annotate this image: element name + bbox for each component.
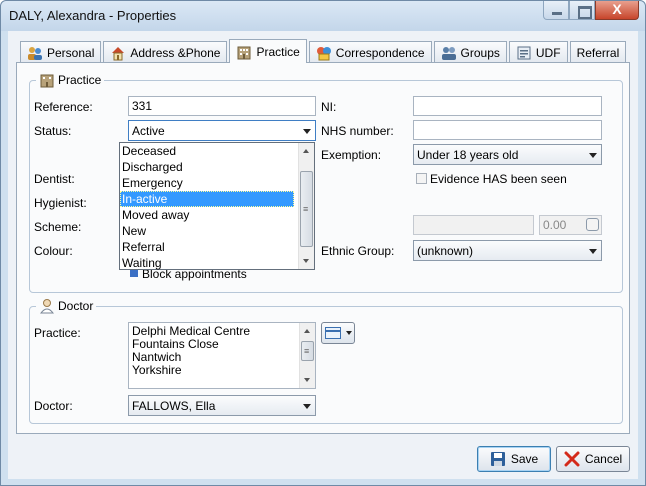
status-option[interactable]: Emergency xyxy=(120,175,294,191)
card-icon xyxy=(324,327,341,339)
exemption-label: Exemption: xyxy=(321,148,382,162)
evidence-label: Evidence HAS been seen xyxy=(430,172,567,186)
tab-label: Correspondence xyxy=(335,45,425,60)
tab-correspondence[interactable]: Correspondence xyxy=(308,41,432,63)
tab-address-phone[interactable]: Address &Phone xyxy=(103,41,228,63)
ethnic-group-label: Ethnic Group: xyxy=(321,244,395,258)
scroll-thumb[interactable] xyxy=(300,171,313,247)
status-combo[interactable]: Active xyxy=(128,120,316,141)
tab-label: Referral xyxy=(576,45,620,60)
tab-label: UDF xyxy=(535,45,561,60)
status-options: Deceased Discharged Emergency In-active Move… xyxy=(120,143,314,271)
tab-label: Personal xyxy=(47,45,95,60)
chevron-down-icon[interactable] xyxy=(303,404,311,409)
doctor-value: FALLOWS, Ella xyxy=(132,399,216,413)
reference-field[interactable]: 331 xyxy=(128,96,316,116)
scroll-down-icon[interactable] xyxy=(300,372,315,388)
tab-referral[interactable]: Referral xyxy=(569,41,627,63)
scroll-thumb[interactable] xyxy=(301,341,314,361)
doctor-combo[interactable]: FALLOWS, Ella xyxy=(128,395,316,416)
close-icon xyxy=(564,451,580,467)
evidence-checkbox[interactable] xyxy=(416,173,427,184)
form-icon xyxy=(517,46,531,59)
tab-label: Groups xyxy=(460,45,500,60)
scroll-up-icon[interactable] xyxy=(299,143,314,159)
window-controls: X xyxy=(543,1,639,20)
amount-checkbox xyxy=(586,218,599,231)
maximize-button[interactable] xyxy=(569,1,595,20)
minimize-button[interactable] xyxy=(543,1,569,20)
doctor-icon xyxy=(39,299,55,314)
cancel-button[interactable]: Cancel xyxy=(556,446,630,472)
chevron-down-icon[interactable] xyxy=(303,129,311,134)
status-option[interactable]: In-active xyxy=(120,191,294,207)
status-option[interactable]: Referral xyxy=(120,239,294,255)
scheme-detail-field xyxy=(413,215,534,235)
exemption-combo[interactable]: Under 18 years old xyxy=(413,144,602,165)
address-line: Yorkshire xyxy=(132,363,182,377)
status-option[interactable]: Moved away xyxy=(120,207,294,223)
tab-personal[interactable]: Personal xyxy=(20,41,102,63)
status-label: Status: xyxy=(34,124,72,138)
scheme-label: Scheme: xyxy=(34,220,82,234)
chevron-down-icon[interactable] xyxy=(589,249,597,254)
house-icon xyxy=(112,46,125,60)
doctor-label: Doctor: xyxy=(34,399,73,413)
dialog-client: Personal Address &Phone Practice Corresp… xyxy=(8,31,638,479)
scroll-down-icon[interactable] xyxy=(299,253,314,269)
practice-lookup-button[interactable] xyxy=(321,322,355,344)
status-dropdown-scrollbar[interactable] xyxy=(298,143,314,269)
people-icon xyxy=(28,46,42,60)
practice-address-listbox[interactable]: Delphi Medical Centre Fountains Close Na… xyxy=(128,322,316,389)
properties-window: DALY, Alexandra - Properties X Personal … xyxy=(0,0,646,486)
dentist-label: Dentist: xyxy=(34,172,75,186)
doctor-practice-label: Practice: xyxy=(34,326,81,340)
status-option[interactable]: Discharged xyxy=(120,159,294,175)
amount-value: 0.00 xyxy=(543,218,567,232)
scroll-up-icon[interactable] xyxy=(300,323,315,339)
ethnic-group-value: (unknown) xyxy=(417,244,474,258)
chevron-down-icon[interactable] xyxy=(589,153,597,158)
doctor-group-title: Doctor xyxy=(36,298,97,314)
letters-icon xyxy=(316,46,331,60)
exemption-value: Under 18 years old xyxy=(417,148,519,162)
floppy-disk-icon xyxy=(490,452,505,466)
nhs-number-label: NHS number: xyxy=(321,124,394,138)
tab-groups[interactable]: Groups xyxy=(433,41,507,63)
status-option[interactable]: Waiting xyxy=(120,255,294,271)
hygienist-label: Hygienist: xyxy=(34,196,87,210)
tab-practice[interactable]: Practice xyxy=(229,39,307,63)
tab-udf[interactable]: UDF xyxy=(508,41,568,63)
reference-label: Reference: xyxy=(34,100,93,114)
save-label: Save xyxy=(510,452,539,466)
ethnic-group-combo[interactable]: (unknown) xyxy=(413,240,602,261)
status-option[interactable]: New xyxy=(120,223,294,239)
nhs-number-field[interactable] xyxy=(413,120,602,140)
cancel-label: Cancel xyxy=(584,452,623,466)
building-icon xyxy=(40,74,54,88)
status-value: Active xyxy=(132,124,165,138)
close-window-button[interactable]: X xyxy=(595,1,639,20)
title-bar[interactable]: DALY, Alexandra - Properties X xyxy=(1,1,645,31)
status-dropdown-list[interactable]: Deceased Discharged Emergency In-active Move… xyxy=(119,142,315,270)
group-icon xyxy=(441,46,456,60)
practice-scrollbar[interactable] xyxy=(299,323,315,388)
ni-label: NI: xyxy=(321,100,337,114)
tab-label: Address &Phone xyxy=(130,45,221,60)
tab-label: Practice xyxy=(256,44,300,59)
tab-strip: Personal Address &Phone Practice Corresp… xyxy=(20,39,628,63)
save-button[interactable]: Save xyxy=(477,446,551,472)
practice-tab-panel: Practice Reference: 331 Status: Active D… xyxy=(16,62,630,434)
colour-label: Colour: xyxy=(34,244,73,258)
building-icon xyxy=(237,46,251,59)
practice-group-title: Practice xyxy=(36,72,105,88)
status-option[interactable]: Deceased xyxy=(120,143,294,159)
ni-field[interactable] xyxy=(413,96,602,116)
window-title: DALY, Alexandra - Properties xyxy=(9,8,177,23)
chevron-down-icon xyxy=(345,331,352,335)
